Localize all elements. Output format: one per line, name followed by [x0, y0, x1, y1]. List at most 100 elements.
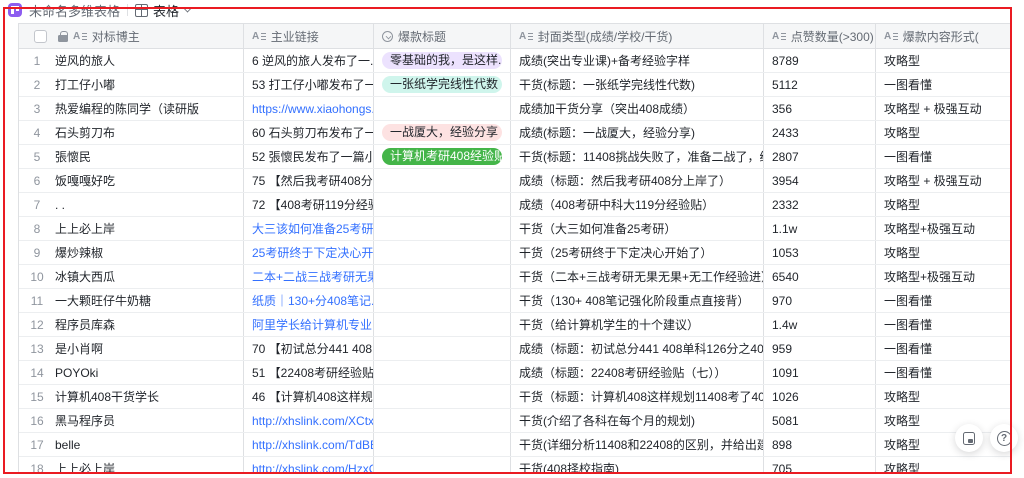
cell-cover-type[interactable]: 成绩（408考研中科大119分经验贴） [511, 193, 764, 216]
cell-blogger[interactable]: 7 . . [19, 193, 244, 216]
cell-likes[interactable]: 6540 [764, 265, 876, 288]
cell-blogger[interactable]: 15 计算机408干货学长 [19, 385, 244, 408]
link-text[interactable]: 70 【初试总分441 408... [252, 340, 374, 357]
feedback-button[interactable] [955, 424, 983, 452]
cell-cover-type[interactable]: 干货（给计算机学生的十个建议） [511, 313, 764, 336]
cell-cover-type[interactable]: 干货(标题：一张纸学完线性代数) [511, 73, 764, 96]
cell-likes[interactable]: 898 [764, 433, 876, 456]
cell-hot-title[interactable] [374, 385, 511, 408]
column-header-hot-title[interactable]: 爆款标题 [374, 24, 511, 48]
cell-hot-title[interactable] [374, 265, 511, 288]
cell-hot-title[interactable]: 计算机考研408经验贴 [374, 145, 511, 168]
cell-blogger[interactable]: 12 程序员库森 [19, 313, 244, 336]
cell-likes[interactable]: 1026 [764, 385, 876, 408]
cell-link[interactable]: 72 【408考研119分经验... [244, 193, 374, 216]
cell-cover-type[interactable]: 干货（130+ 408笔记强化阶段重点直接背） [511, 289, 764, 312]
cell-cover-type[interactable]: 干货（25考研终于下定决心开始了） [511, 241, 764, 264]
cell-content-format[interactable]: 一图看懂 [876, 313, 1012, 336]
column-header-link[interactable]: A 主业链接 [244, 24, 374, 48]
cell-hot-title[interactable] [374, 457, 511, 474]
cell-likes[interactable]: 356 [764, 97, 876, 120]
cell-hot-title[interactable] [374, 217, 511, 240]
cell-blogger[interactable]: 16 黑马程序员 [19, 409, 244, 432]
link-text[interactable]: 52 張懷民发布了一篇小... [252, 148, 374, 165]
cell-cover-type[interactable]: 成绩（标题：22408考研经验贴（七）） [511, 361, 764, 384]
cell-link[interactable]: 51 【22408考研经验贴... [244, 361, 374, 384]
cell-content-format[interactable]: 一图看懂 [876, 73, 1012, 96]
cell-cover-type[interactable]: 干货（大三如何准备25考研） [511, 217, 764, 240]
cell-link[interactable]: 70 【初试总分441 408... [244, 337, 374, 360]
cell-link[interactable]: 75 【然后我考研408分... [244, 169, 374, 192]
cell-blogger[interactable]: 11 一大颗旺仔牛奶糖 [19, 289, 244, 312]
link-text[interactable]: http://xhslink.com/HzxC... [252, 462, 374, 475]
cell-hot-title[interactable] [374, 241, 511, 264]
cell-hot-title[interactable] [374, 337, 511, 360]
cell-content-format[interactable]: 攻略型 [876, 193, 1012, 216]
cell-likes[interactable]: 3954 [764, 169, 876, 192]
link-text[interactable]: 72 【408考研119分经验... [252, 196, 374, 213]
cell-likes[interactable]: 1091 [764, 361, 876, 384]
cell-blogger[interactable]: 1 逆风的旅人 [19, 49, 244, 72]
cell-hot-title[interactable] [374, 433, 511, 456]
cell-link[interactable]: https://www.xiaohongs... [244, 97, 374, 120]
link-text[interactable]: 纸质｜130+分408笔记... [252, 292, 374, 309]
link-text[interactable]: http://xhslink.com/XCtxAA [252, 414, 374, 428]
cell-hot-title[interactable]: 零基础的我，是这样... [374, 49, 511, 72]
cell-content-format[interactable]: 一图看懂 [876, 361, 1012, 384]
link-text[interactable]: 51 【22408考研经验贴... [252, 364, 374, 381]
cell-blogger[interactable]: 8 上上必上岸 [19, 217, 244, 240]
cell-blogger[interactable]: 4 石头剪刀布 [19, 121, 244, 144]
link-text[interactable]: 二本+二战三战考研无果... [252, 268, 374, 285]
cell-hot-title[interactable] [374, 193, 511, 216]
cell-link[interactable]: http://xhslink.com/HzxC... [244, 457, 374, 474]
cell-content-format[interactable]: 攻略型 [876, 457, 1012, 474]
cell-cover-type[interactable]: 干货(标题：11408挑战失败了，准备二战了，给... [511, 145, 764, 168]
link-text[interactable]: http://xhslink.com/TdBB... [252, 438, 374, 452]
cell-link[interactable]: 二本+二战三战考研无果... [244, 265, 374, 288]
cell-content-format[interactable]: 攻略型+极强互动 [876, 217, 1012, 240]
link-text[interactable]: 46 【计算机408这样规... [252, 388, 374, 405]
cell-hot-title[interactable] [374, 169, 511, 192]
link-text[interactable]: 25考研终于下定决心开... [252, 244, 374, 261]
cell-content-format[interactable]: 攻略型 [876, 121, 1012, 144]
cell-cover-type[interactable]: 干货(详细分析11408和22408的区别，并给出建议) [511, 433, 764, 456]
cell-hot-title[interactable]: 一战厦大，经验分享 [374, 121, 511, 144]
cell-likes[interactable]: 1.4w [764, 313, 876, 336]
cell-likes[interactable]: 705 [764, 457, 876, 474]
cell-cover-type[interactable]: 成绩(标题：一战厦大，经验分享) [511, 121, 764, 144]
cell-link[interactable]: 53 打工仔小嘟发布了一... [244, 73, 374, 96]
cell-cover-type[interactable]: 成绩（标题：然后我考研408分上岸了） [511, 169, 764, 192]
cell-content-format[interactable]: 攻略型 + 极强互动 [876, 97, 1012, 120]
column-header-blogger[interactable]: A 对标博主 [19, 24, 244, 48]
cell-link[interactable]: 6 逆风的旅人发布了一... [244, 49, 374, 72]
link-text[interactable]: 75 【然后我考研408分... [252, 172, 374, 189]
cell-blogger[interactable]: 13 是小肖啊 [19, 337, 244, 360]
cell-cover-type[interactable]: 干货（二本+三战考研无果无果+无工作经验进） [511, 265, 764, 288]
cell-likes[interactable]: 2807 [764, 145, 876, 168]
cell-likes[interactable]: 8789 [764, 49, 876, 72]
cell-cover-type[interactable]: 干货（标题：计算机408这样规划11408考了409） [511, 385, 764, 408]
cell-content-format[interactable]: 一图看懂 [876, 337, 1012, 360]
cell-likes[interactable]: 5081 [764, 409, 876, 432]
cell-blogger[interactable]: 18 上上必上岸 [19, 457, 244, 474]
cell-link[interactable]: 46 【计算机408这样规... [244, 385, 374, 408]
cell-hot-title[interactable] [374, 361, 511, 384]
cell-content-format[interactable]: 一图看懂 [876, 289, 1012, 312]
cell-link[interactable]: 大三该如何准备25考研... [244, 217, 374, 240]
cell-content-format[interactable]: 攻略型 [876, 409, 1012, 432]
cell-likes[interactable]: 959 [764, 337, 876, 360]
cell-blogger[interactable]: 9 爆炒辣椒 [19, 241, 244, 264]
cell-blogger[interactable]: 2 打工仔小嘟 [19, 73, 244, 96]
cell-link[interactable]: 25考研终于下定决心开... [244, 241, 374, 264]
cell-likes[interactable]: 1053 [764, 241, 876, 264]
link-text[interactable]: 60 石头剪刀布发布了一... [252, 124, 374, 141]
cell-cover-type[interactable]: 干货(408择校指南) [511, 457, 764, 474]
cell-cover-type[interactable]: 成绩加干货分享（突出408成绩） [511, 97, 764, 120]
cell-link[interactable]: 60 石头剪刀布发布了一... [244, 121, 374, 144]
cell-link[interactable]: 阿里学长给计算机专业... [244, 313, 374, 336]
cell-content-format[interactable]: 攻略型 [876, 241, 1012, 264]
cell-link[interactable]: 纸质｜130+分408笔记... [244, 289, 374, 312]
cell-content-format[interactable]: 攻略型 [876, 385, 1012, 408]
column-header-cover-type[interactable]: A 封面类型(成绩/学校/干货) [511, 24, 764, 48]
cell-hot-title[interactable] [374, 289, 511, 312]
